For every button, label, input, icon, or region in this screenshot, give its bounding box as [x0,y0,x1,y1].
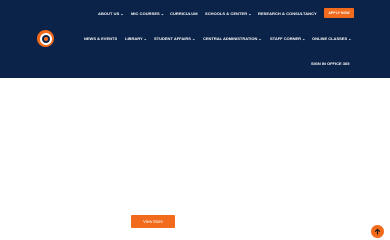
top-nav-mic-courses[interactable]: MIC COURSES⌄ [131,10,164,18]
chevron-down-icon: ⌄ [120,11,124,16]
chevron-down-icon: ⌄ [348,36,352,41]
site-header: ABOUT US⌄ MIC COURSES⌄ CURRICULUM SCHOOL… [0,0,390,78]
top-nav-curriculum[interactable]: CURRICULUM [170,10,198,18]
chevron-down-icon: ⌄ [143,36,147,41]
college-logo-icon[interactable] [37,30,54,47]
arrow-up-icon [374,228,381,235]
top-nav-label: CURRICULUM [170,11,198,16]
chevron-down-icon: ⌄ [248,11,252,16]
main-nav-online-classes[interactable]: ONLINE CLASSES⌄ [312,35,351,43]
top-nav-label: SCHOOLS & CENTER [205,11,248,16]
scroll-to-top-button[interactable] [371,225,384,238]
top-nav-label: ABOUT US [98,11,120,16]
main-nav-news-events[interactable]: NEWS & EVENTS [84,35,117,43]
chevron-down-icon: ⌄ [302,36,306,41]
chevron-down-icon: ⌄ [191,36,196,41]
main-nav-label: ONLINE CLASSES [312,36,348,41]
signin-office365-link[interactable]: SIGN IN OFFICE 365 [311,60,349,68]
main-nav-label: STUDENT AFFAIRS [154,36,191,41]
main-nav-central-administration[interactable]: CENTRAL ADMINISTRATION⌄ [203,35,262,43]
chevron-down-icon: ⌄ [258,36,262,41]
main-content [0,78,390,240]
main-nav-library[interactable]: LIBRARY⌄ [125,35,147,43]
top-nav-label: MIC COURSES [131,11,160,16]
main-nav-label: CENTRAL ADMINISTRATION [203,36,258,41]
top-nav-about-us[interactable]: ABOUT US⌄ [98,10,124,18]
chevron-down-icon: ⌄ [160,11,165,16]
top-nav-label: RESEARCH & CONSULTANCY [258,11,317,16]
main-nav-label: NEWS & EVENTS [84,36,118,41]
top-nav-schools-center[interactable]: SCHOOLS & CENTER⌄ [205,10,252,18]
main-nav-staff-corner[interactable]: STAFF CORNER⌄ [270,35,305,43]
view-more-button[interactable]: View More [131,215,175,228]
main-nav-label: STAFF CORNER [270,36,302,41]
top-nav-research-consultancy[interactable]: RESEARCH & CONSULTANCY [258,10,317,18]
main-nav-label: LIBRARY [125,36,143,41]
apply-now-button[interactable]: APPLY NOW [324,8,354,18]
main-nav-student-affairs[interactable]: STUDENT AFFAIRS⌄ [154,35,195,43]
